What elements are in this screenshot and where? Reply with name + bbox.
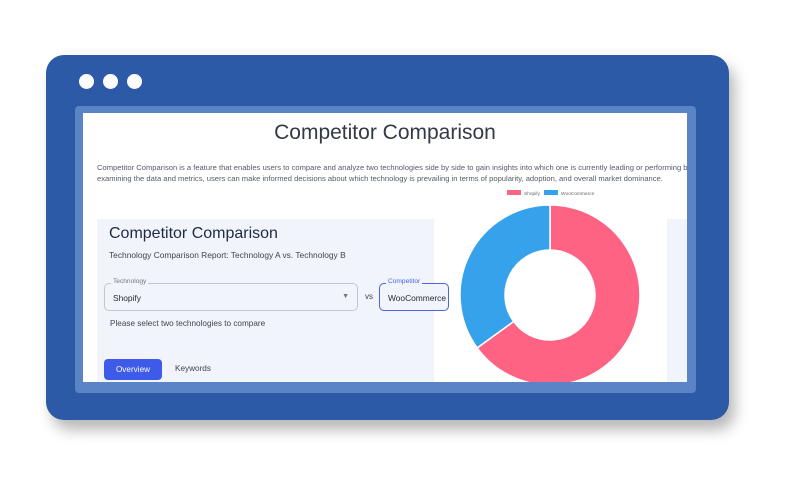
side-panel (667, 219, 687, 382)
legend-swatch[interactable] (544, 190, 558, 195)
technology-select-value: Shopify (113, 293, 141, 303)
window-dot-icon (127, 74, 142, 89)
tab-keywords[interactable]: Keywords (175, 364, 211, 373)
technology-select-label: Technology (111, 278, 149, 285)
comparison-panel: Competitor Comparison Technology Compari… (97, 219, 449, 382)
legend-label: Shopify (524, 191, 541, 197)
page-description-line: Competitor Comparison is a feature that … (97, 163, 687, 172)
technology-select[interactable]: Technology Shopify ▼ (104, 278, 358, 311)
legend-swatch[interactable] (507, 190, 521, 195)
vs-label: vs (365, 292, 373, 301)
chevron-down-icon[interactable]: ▼ (342, 293, 349, 300)
tab-overview[interactable]: Overview (104, 359, 162, 380)
page-title: Competitor Comparison (274, 121, 496, 144)
window-dot-icon (79, 74, 94, 89)
page-description-line: examining the data and metrics, users ca… (97, 174, 663, 183)
legend-label: WooCommerce (561, 191, 595, 197)
panel-title: Competitor Comparison (109, 225, 278, 242)
panel-subtitle: Technology Comparison Report: Technology… (109, 250, 346, 260)
screen-frame: Competitor Comparison Competitor Compari… (75, 106, 696, 393)
page-viewport[interactable]: Competitor Comparison Competitor Compari… (83, 113, 687, 382)
app-window: Competitor Comparison Competitor Compari… (46, 55, 729, 420)
competitor-select-label: Competitor (386, 278, 423, 285)
window-dot-icon (103, 74, 118, 89)
page-description: Competitor Comparison is a feature that … (97, 162, 687, 184)
comparison-donut-chart: Shopify WooCommerce (459, 190, 641, 382)
donut-slice-woocommerce[interactable] (459, 204, 551, 349)
selection-hint: Please select two technologies to compar… (110, 319, 266, 328)
